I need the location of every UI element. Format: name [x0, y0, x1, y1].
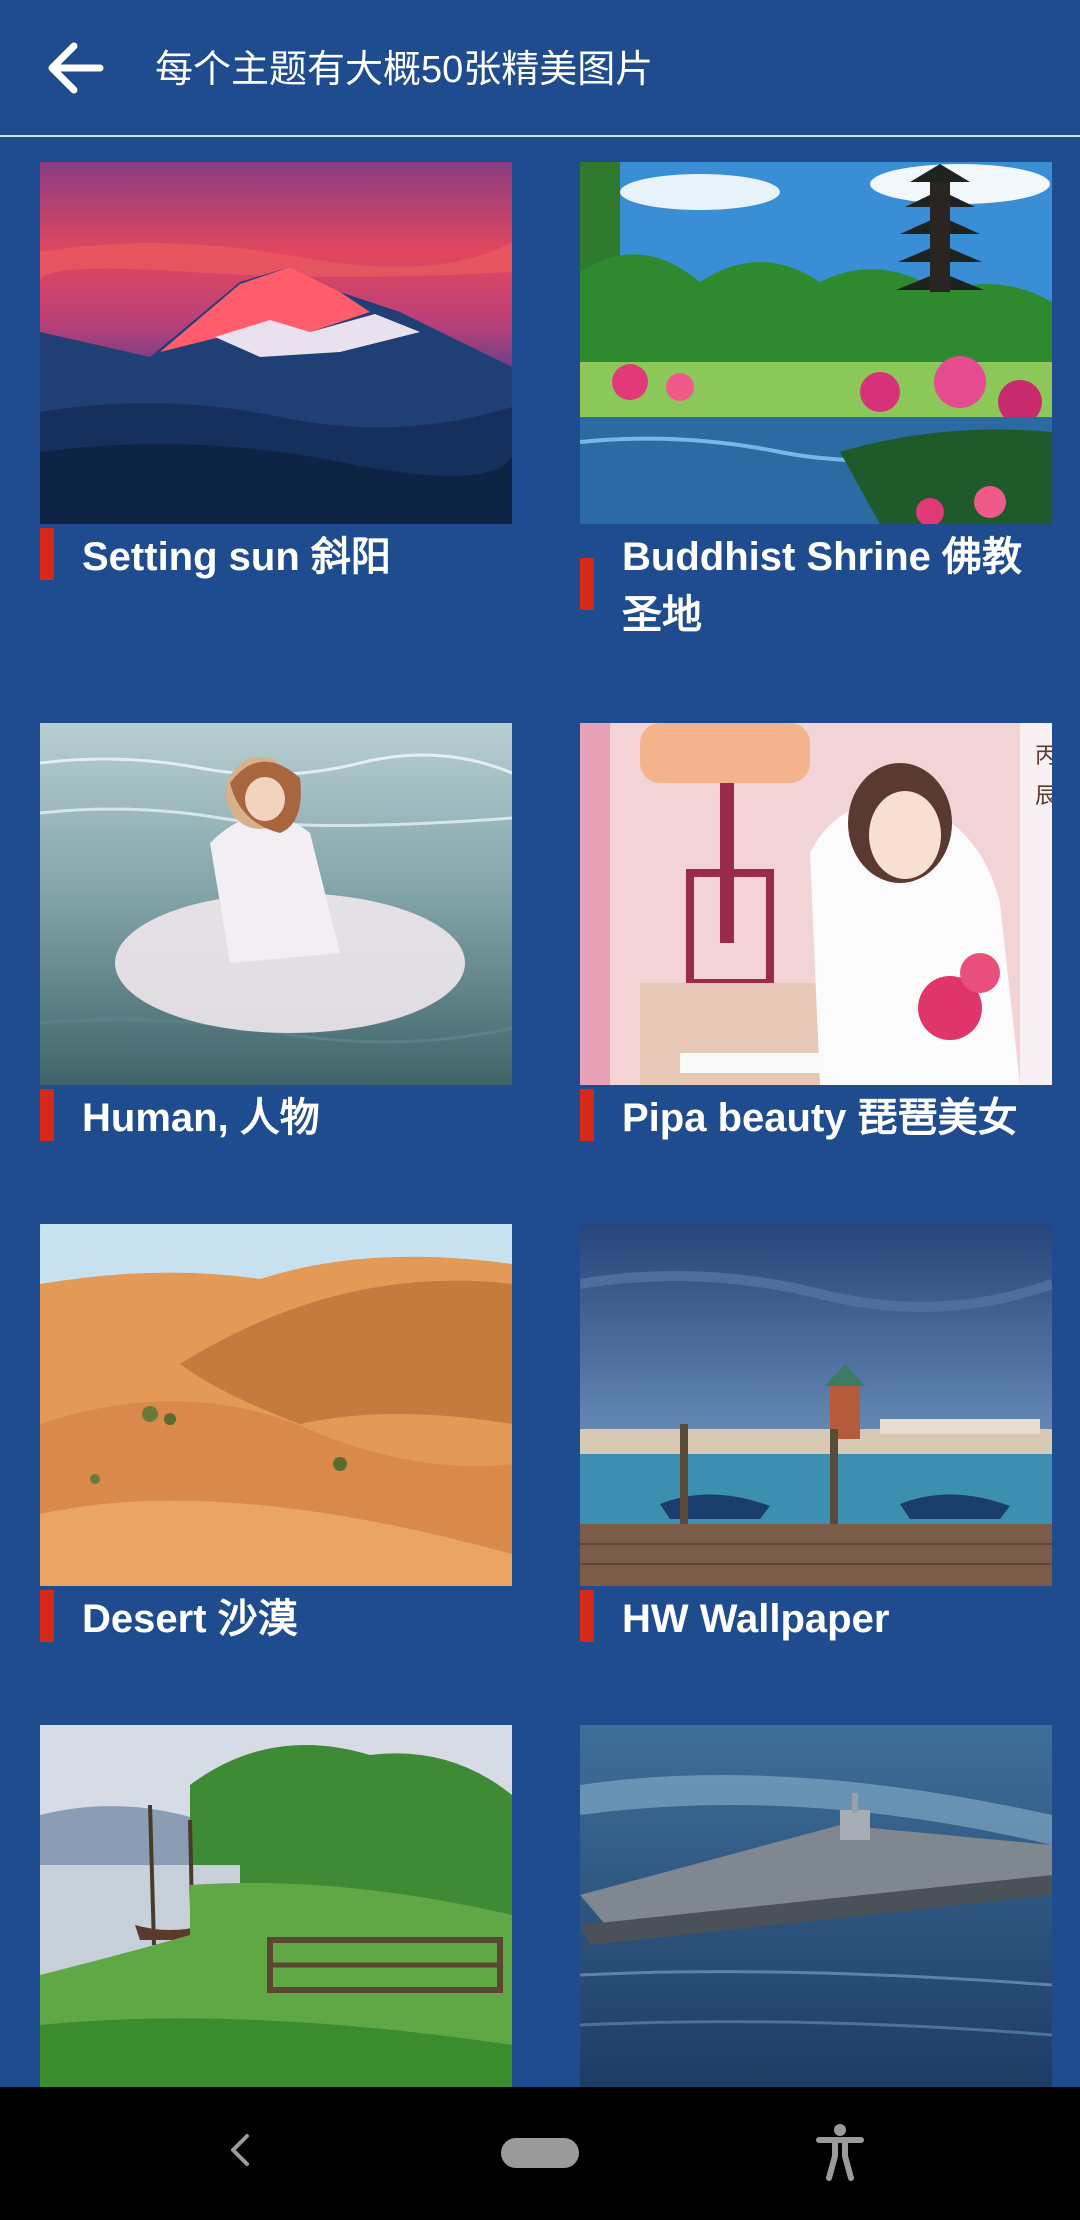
theme-caption: Buddhist Shrine 佛教圣地 — [580, 528, 1052, 644]
theme-caption: Setting sun 斜阳 — [40, 528, 512, 588]
theme-card-buddhist-shrine[interactable]: Buddhist Shrine 佛教圣地 — [580, 162, 1052, 644]
theme-caption: Pipa beauty 琵琶美女 — [580, 1089, 1052, 1149]
theme-thumbnail — [40, 162, 512, 524]
theme-label: Desert 沙漠 — [82, 1597, 298, 1641]
accessibility-button[interactable] — [810, 2109, 870, 2199]
accent-bar — [580, 1590, 594, 1642]
theme-thumbnail — [580, 1224, 1052, 1586]
theme-card-village-lake[interactable] — [40, 1725, 512, 2087]
theme-card-pipa-beauty[interactable]: 丙 辰 Pipa beauty 琵琶美女 — [580, 723, 1052, 1149]
app-bar: 每个主题有大概50张精美图片 — [0, 0, 1080, 137]
accent-bar — [40, 1590, 54, 1642]
theme-caption: Desert 沙漠 — [40, 1590, 512, 1650]
theme-caption: HW Wallpaper — [580, 1590, 1052, 1650]
arrow-left-icon — [48, 42, 104, 99]
theme-label: Buddhist Shrine 佛教圣地 — [622, 535, 1022, 637]
theme-thumbnail — [580, 162, 1052, 524]
svg-text:辰: 辰 — [1035, 784, 1052, 809]
theme-label: Setting sun 斜阳 — [82, 535, 391, 579]
chevron-left-icon — [225, 2130, 255, 2175]
accent-bar — [40, 528, 54, 580]
accent-bar — [580, 1089, 594, 1141]
theme-card-desert[interactable]: Desert 沙漠 — [40, 1224, 512, 1650]
back-button[interactable] — [28, 30, 124, 110]
theme-card-human[interactable]: Human, 人物 — [40, 723, 512, 1149]
theme-card-hw-wallpaper[interactable]: HW Wallpaper — [580, 1224, 1052, 1650]
theme-label: HW Wallpaper — [622, 1597, 890, 1641]
theme-card-carrier-sea[interactable] — [580, 1725, 1052, 2087]
home-pill-icon[interactable] — [501, 2138, 579, 2168]
accessibility-icon — [815, 2122, 865, 2187]
accent-bar — [40, 1089, 54, 1141]
system-nav-bar — [0, 2087, 1080, 2220]
theme-thumbnail — [580, 1725, 1052, 2087]
screen: 每个主题有大概50张精美图片 Setting sun 斜阳 Buddhist S… — [0, 0, 1080, 2220]
nav-back-button[interactable] — [210, 2117, 270, 2187]
theme-thumbnail — [40, 1224, 512, 1586]
svg-text:丙: 丙 — [1035, 744, 1052, 769]
theme-thumbnail — [40, 723, 512, 1085]
accent-bar — [580, 558, 594, 610]
theme-caption: Human, 人物 — [40, 1089, 512, 1149]
theme-card-setting-sun[interactable]: Setting sun 斜阳 — [40, 162, 512, 588]
theme-grid[interactable]: Setting sun 斜阳 Buddhist Shrine 佛教圣地 Huma… — [0, 137, 1080, 2087]
theme-thumbnail: 丙 辰 — [580, 723, 1052, 1085]
theme-label: Pipa beauty 琵琶美女 — [622, 1096, 1018, 1140]
theme-label: Human, 人物 — [82, 1096, 320, 1140]
page-title: 每个主题有大概50张精美图片 — [155, 49, 654, 91]
theme-thumbnail — [40, 1725, 512, 2087]
